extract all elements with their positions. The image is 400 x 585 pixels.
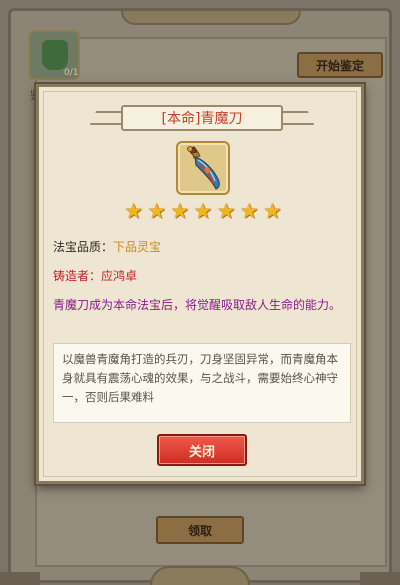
quality-row: 法宝品质：下品灵宝 <box>53 239 161 255</box>
dialog-title: [本命]青魔刀 <box>121 105 283 131</box>
appraisal-item-slot[interactable]: 0/1 <box>28 30 80 80</box>
effect-description: 青魔刀成为本命法宝后，将觉醒吸取敌人生命的能力。 <box>53 298 342 312</box>
quality-value: 下品灵宝 <box>113 240 162 254</box>
star-icon: ★ <box>170 199 190 223</box>
maker-text: 铸造者：应鸿卓 <box>53 269 138 283</box>
start-appraisal-button[interactable]: 开始鉴定 <box>297 52 383 78</box>
treasure-item-frame <box>176 141 230 195</box>
dialog-title-banner: [本命]青魔刀 <box>89 105 315 131</box>
close-button[interactable]: 关闭 <box>157 434 247 466</box>
star-icon: ★ <box>124 199 143 223</box>
blade-icon <box>187 146 220 190</box>
bottom-right-corner <box>360 572 400 585</box>
star-icon: ★ <box>216 199 236 223</box>
top-ornament <box>121 11 301 25</box>
claim-button[interactable]: 领取 <box>156 516 244 544</box>
lore-text-box: 以魔兽青魔角打造的兵刃，刀身坚固异常，而青魔角本身就具有震荡心魂的效果，与之战斗… <box>53 343 351 423</box>
treasure-detail-dialog: [本命]青魔刀 ★ ★ ★ ★ ★ ★ ★ 法宝品质：下品灵宝 铸造者：应鸿卓 … <box>36 84 364 484</box>
jade-item-icon <box>42 40 68 70</box>
quality-label: 法宝品质： <box>53 240 114 254</box>
bottom-left-corner <box>0 572 40 585</box>
bottom-ornament <box>150 566 250 585</box>
star-icon: ★ <box>147 199 167 223</box>
star-icon: ★ <box>263 199 282 223</box>
item-count: 0/1 <box>64 68 79 78</box>
star-icon: ★ <box>239 199 259 223</box>
star-icon: ★ <box>193 199 213 223</box>
star-rating: ★ ★ ★ ★ ★ ★ ★ <box>123 201 283 223</box>
